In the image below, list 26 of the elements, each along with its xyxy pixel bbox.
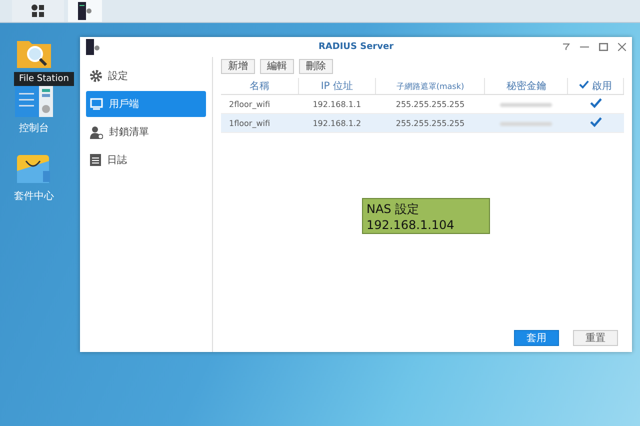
column-header[interactable]: 秘密金鑰 [484, 78, 568, 94]
table-cell: 255.255.255.255 [396, 100, 465, 108]
toolbar-button[interactable]: 刪除 [299, 59, 333, 74]
column-header[interactable]: 啟用 [568, 78, 624, 94]
table-cell: 2floor_wifi [229, 100, 270, 108]
annotation-note: NAS 設定 192.168.1.104 [362, 198, 490, 234]
desktop-icon-label: 控制台 [19, 122, 49, 135]
reset-button[interactable]: 重置 [573, 330, 618, 346]
sidebar-item[interactable]: 設定 [86, 63, 206, 89]
tooltip: File Station [14, 72, 74, 86]
sidebar-item[interactable]: 用戶端 [86, 91, 206, 117]
window-title: RADIUS Server [318, 42, 394, 52]
column-header[interactable]: 名稱 [221, 78, 298, 94]
sidebar-item[interactable]: 封鎖清單 [86, 119, 206, 145]
column-header[interactable]: 子網路遮罩(mask) [376, 78, 485, 94]
column-header[interactable]: IP 位址 [298, 78, 376, 94]
toolbar-button[interactable]: 編輯 [260, 59, 294, 74]
apply-button[interactable]: 套用 [514, 330, 559, 346]
table-cell: 192.168.1.1 [312, 100, 362, 108]
table-cell: 192.168.1.2 [312, 118, 362, 128]
toolbar-button[interactable]: 新增 [221, 59, 255, 74]
table-cell: 255.255.255.255 [396, 118, 465, 128]
table-row[interactable]: 1floor_wifi 192.168.1.2 255.255.255.255 [221, 114, 624, 132]
sidebar-item[interactable]: 日誌 [86, 147, 206, 173]
desktop-icon-label: 套件中心 [14, 190, 54, 203]
table-cell: 1floor_wifi [229, 118, 270, 128]
